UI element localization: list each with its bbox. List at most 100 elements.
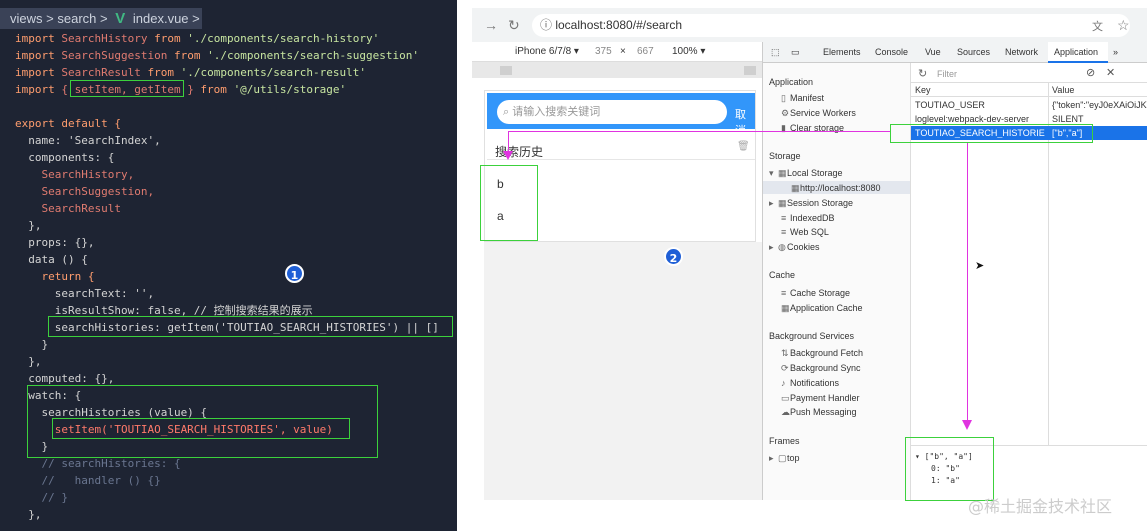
- code-line: },: [15, 508, 42, 521]
- section-frames: Frames: [769, 436, 800, 446]
- frame-icon: ▢: [778, 453, 787, 463]
- code-line: data () {: [15, 253, 88, 266]
- zoom-select[interactable]: 100% ▾: [672, 46, 705, 57]
- breadcrumb-separator: >: [100, 11, 108, 26]
- breadcrumb-search[interactable]: search: [57, 11, 96, 26]
- tab-network[interactable]: Network: [1005, 47, 1038, 57]
- browser-window: → ↻ ⓘ localhost:8080/#/search 文 ☆ iPhone…: [472, 8, 1147, 500]
- gear-icon: ⚙: [781, 108, 790, 118]
- table-row-key[interactable]: loglevel:webpack-dev-server: [915, 114, 1045, 124]
- address-bar[interactable]: ⓘ localhost:8080/#/search: [532, 14, 1130, 37]
- bookmark-star-icon[interactable]: ☆: [1117, 17, 1130, 34]
- code-line: }: [15, 338, 49, 351]
- search-icon: ⌕: [503, 106, 513, 118]
- trash-icon: ▮: [781, 123, 786, 133]
- section-background-services: Background Services: [769, 331, 855, 341]
- device-toggle-icon[interactable]: ▭: [791, 47, 800, 58]
- breadcrumb-views[interactable]: views: [10, 11, 43, 26]
- forward-icon[interactable]: →: [484, 17, 498, 33]
- sidebar-item-websql[interactable]: ≡ Web SQL: [781, 227, 829, 237]
- step-badge-1: 1: [285, 264, 304, 283]
- translate-icon[interactable]: 文: [1092, 18, 1103, 34]
- delete-selected-icon[interactable]: ✕: [1106, 66, 1115, 79]
- sidebar-item-clear-storage[interactable]: ▮ Clear storage: [781, 123, 844, 134]
- code-editor: views > search > V index.vue > import Se…: [0, 0, 457, 531]
- application-sidebar: Application ▯ Manifest ⚙Service Workers ▮…: [763, 63, 911, 500]
- code-line: SearchResult: [15, 202, 121, 215]
- sidebar-item-local-storage[interactable]: ▾ ▦Local Storage: [769, 168, 843, 179]
- collapse-arrow-icon: ▸: [769, 453, 774, 463]
- arrow-line: [967, 143, 968, 423]
- column-key[interactable]: Key: [915, 85, 931, 95]
- media-query-bar: [472, 62, 762, 78]
- sidebar-item-service-workers[interactable]: ⚙Service Workers: [781, 108, 856, 119]
- section-storage: Storage: [769, 151, 801, 161]
- sidebar-item-cookies[interactable]: ▸ ◍Cookies: [769, 242, 820, 253]
- dimension-separator: ×: [620, 46, 626, 57]
- breadcrumb-file[interactable]: index.vue: [133, 11, 189, 26]
- card-icon: ▭: [781, 393, 790, 403]
- sidebar-item-session-storage[interactable]: ▸ ▦Session Storage: [769, 198, 853, 209]
- reload-icon[interactable]: ↻: [508, 17, 520, 34]
- search-placeholder: 请输入搜索关键词: [512, 106, 601, 118]
- grid-icon: ▦: [778, 198, 787, 208]
- vue-icon: V: [115, 10, 126, 27]
- highlight-box-storage-row: [890, 124, 1093, 143]
- sidebar-item-cache-storage[interactable]: ≡ Cache Storage: [781, 288, 850, 298]
- arrow-head-icon: [962, 420, 972, 430]
- table-row-value[interactable]: SILENT: [1052, 114, 1147, 124]
- highlight-box-import: [70, 80, 184, 97]
- grid-icon: ▦: [791, 183, 800, 193]
- sort-arrows-icon: ⇅: [781, 348, 789, 358]
- collapse-arrow-icon: ▸: [769, 242, 774, 252]
- cancel-button[interactable]: 取消: [735, 106, 755, 138]
- sidebar-item-notifications[interactable]: ♪ Notifications: [781, 378, 839, 388]
- highlight-box-history-items: [480, 165, 538, 241]
- code-line: },: [15, 355, 42, 368]
- divider: [487, 159, 755, 160]
- clear-all-icon[interactable]: ⊘: [1086, 66, 1095, 79]
- tab-vue[interactable]: Vue: [925, 47, 941, 57]
- mouse-cursor-icon: ➤: [975, 260, 985, 272]
- sidebar-item-manifest[interactable]: ▯ Manifest: [781, 93, 824, 104]
- sidebar-item-app-cache[interactable]: ▦Application Cache: [781, 303, 863, 314]
- inspect-icon[interactable]: ⬚: [771, 47, 780, 58]
- url-text: localhost:8080/#/search: [555, 18, 683, 32]
- sidebar-item-push-messaging[interactable]: ☁Push Messaging: [781, 407, 857, 418]
- device-height[interactable]: 667: [637, 46, 654, 57]
- code-line: return {: [15, 270, 95, 283]
- delete-icon[interactable]: 🗑: [737, 141, 750, 152]
- sidebar-item-background-sync[interactable]: ⟳Background Sync: [781, 363, 861, 374]
- grid-icon: ▦: [781, 303, 790, 313]
- database-icon: ≡: [781, 288, 787, 298]
- code-line: SearchSuggestion,: [15, 185, 155, 198]
- grid-icon: ▦: [778, 168, 787, 178]
- code-line: }: [15, 440, 49, 453]
- sidebar-item-origin[interactable]: ▦http://localhost:8080: [791, 183, 881, 194]
- sidebar-item-frame-top[interactable]: ▸ ▢top: [769, 453, 800, 464]
- browser-toolbar: → ↻ ⓘ localhost:8080/#/search 文 ☆: [472, 8, 1147, 42]
- info-icon: ⓘ: [540, 18, 556, 32]
- table-row-key[interactable]: TOUTIAO_USER: [915, 100, 1045, 110]
- device-width[interactable]: 375: [595, 46, 612, 57]
- search-input[interactable]: ⌕ 请输入搜索关键词: [497, 100, 727, 124]
- more-tabs-icon[interactable]: »: [1113, 47, 1118, 57]
- sync-icon: ⟳: [781, 363, 789, 373]
- tab-sources[interactable]: Sources: [957, 47, 990, 57]
- table-row-value[interactable]: {"token":"eyJ0eXAiOiJKV: [1052, 100, 1147, 110]
- device-select[interactable]: iPhone 6/7/8 ▾: [515, 46, 579, 57]
- sidebar-item-indexeddb[interactable]: ≡ IndexedDB: [781, 213, 835, 223]
- viewport-background: [484, 242, 762, 500]
- tab-console[interactable]: Console: [875, 47, 908, 57]
- column-value[interactable]: Value: [1052, 85, 1074, 95]
- sidebar-item-background-fetch[interactable]: ⇅Background Fetch: [781, 348, 863, 359]
- database-icon: ≡: [781, 213, 787, 223]
- tab-elements[interactable]: Elements: [823, 47, 861, 57]
- tab-application[interactable]: Application: [1054, 47, 1098, 57]
- refresh-icon[interactable]: ↻: [918, 67, 927, 80]
- database-icon: ≡: [781, 227, 787, 237]
- section-application: Application: [769, 77, 814, 87]
- filter-input[interactable]: Filter: [937, 69, 957, 79]
- sidebar-item-payment-handler[interactable]: ▭Payment Handler: [781, 393, 860, 404]
- code-line: // searchHistories: {: [15, 457, 181, 470]
